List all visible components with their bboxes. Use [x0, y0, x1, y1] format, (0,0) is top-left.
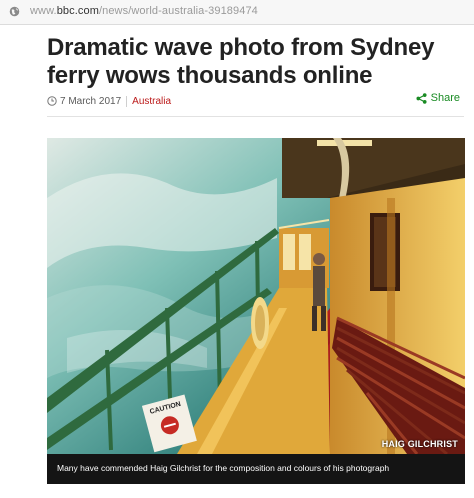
article-headline: Dramatic wave photo from Sydney ferry wo…	[47, 34, 435, 89]
share-button[interactable]: Share	[416, 92, 460, 104]
article-meta: 7 March 2017 Australia	[47, 93, 171, 109]
share-icon	[416, 92, 427, 104]
meta-divider	[126, 95, 128, 107]
url-prefix: www.	[30, 5, 57, 17]
share-label: Share	[430, 92, 460, 104]
category-link[interactable]: Australia	[132, 96, 171, 107]
caption-text: Many have commended Haig Gilchrist for t…	[57, 463, 390, 473]
article-date: 7 March 2017	[60, 95, 122, 107]
globe-icon	[9, 6, 20, 17]
divider	[47, 116, 464, 117]
url-text[interactable]: www.bbc.com/news/world-australia-3918947…	[30, 5, 258, 17]
address-bar[interactable]: www.bbc.com/news/world-australia-3918947…	[0, 0, 474, 25]
photo-caption: Many have commended Haig Gilchrist for t…	[47, 454, 465, 484]
clock-icon	[47, 96, 57, 106]
photo-credit: HAIG GILCHRIST	[381, 439, 458, 449]
url-path: /news/world-australia-39189474	[98, 5, 258, 17]
ferry-wave-photo: CAUTION	[47, 138, 465, 454]
url-domain: bbc.com	[56, 5, 99, 17]
article-photo[interactable]: CAUTION HAIG GILCHRIST	[47, 138, 465, 454]
